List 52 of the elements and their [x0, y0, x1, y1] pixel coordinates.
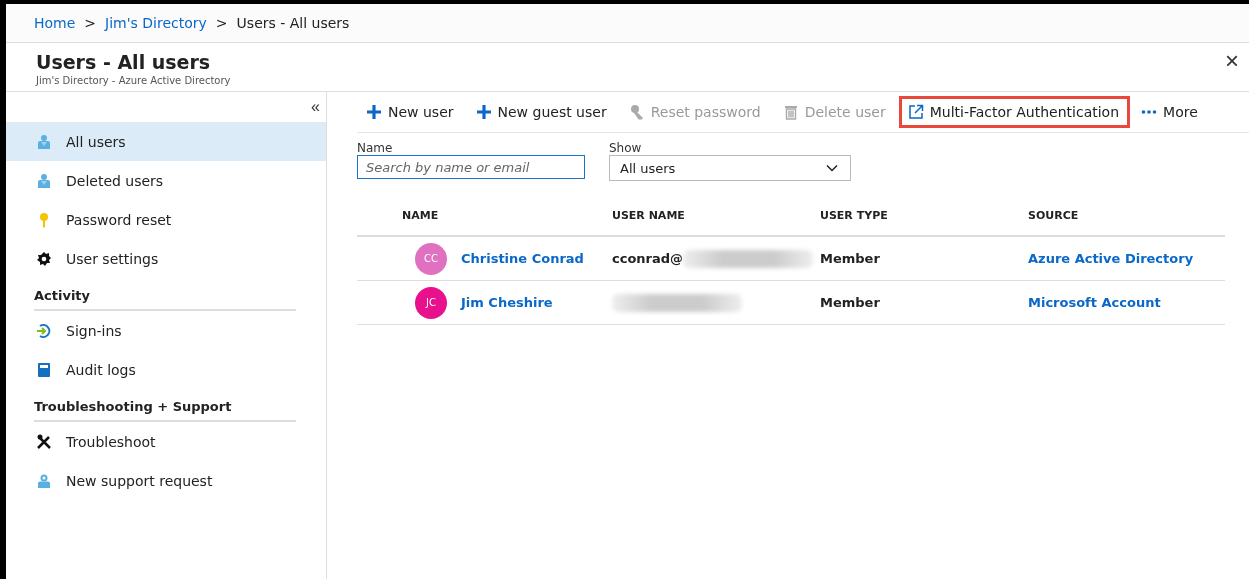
trash-icon [782, 104, 799, 120]
column-header: SOURCE [1028, 208, 1080, 222]
plus-icon [475, 104, 492, 120]
show-dropdown[interactable]: All users [609, 155, 851, 181]
field-label: Show [609, 141, 643, 155]
table-cell: Member [820, 295, 880, 310]
user-icon [36, 172, 52, 189]
search-field[interactable]: Search by name or email [357, 155, 585, 179]
user-icon [36, 133, 52, 150]
user-name-text: cconrad@ [612, 251, 684, 266]
blade-title: Users - All users [36, 51, 212, 73]
sidebar-item[interactable]: Sign-ins [6, 311, 326, 350]
sidebar-item[interactable]: Audit logs [6, 350, 326, 389]
breadcrumb-link[interactable]: Home [34, 15, 76, 31]
avatar: CC [415, 242, 447, 275]
section-heading: Activity [34, 288, 296, 311]
breadcrumb-link[interactable]: Jim's Directory [105, 15, 207, 31]
sidebar-item[interactable]: Password reset [6, 200, 326, 239]
toolbar-button[interactable]: New user [357, 96, 465, 128]
breadcrumb-text: > [84, 15, 97, 31]
avatar: JC [415, 286, 447, 319]
toolbar-button[interactable]: New guest user [466, 96, 618, 128]
toolbar-button[interactable]: More [1132, 96, 1209, 128]
support-person-icon [36, 472, 52, 489]
column-header: USER NAME [612, 208, 686, 222]
close-button[interactable]: × [1223, 49, 1241, 73]
field-label: Name [357, 141, 394, 155]
sidebar-item[interactable]: Deleted users [6, 161, 326, 200]
book-icon [36, 361, 52, 378]
tools-icon [36, 433, 52, 450]
settings-icon [36, 250, 52, 267]
key-icon [628, 104, 645, 120]
plus-icon [366, 104, 382, 120]
breadcrumb-text: > [215, 15, 228, 31]
user-name-link[interactable]: Christine Conrad [461, 251, 584, 266]
source-link[interactable]: Azure Active Directory [1028, 251, 1194, 266]
section-heading: Troubleshooting + Support [34, 399, 296, 422]
user-name-link[interactable]: Jim Cheshire [461, 295, 553, 310]
table-cell: Member [820, 251, 880, 266]
sidebar-item[interactable]: All users [6, 122, 326, 161]
sidebar-item[interactable]: Troubleshoot [6, 422, 326, 461]
external-link-icon [907, 104, 924, 120]
toolbar-button[interactable]: Multi-Factor Authentication [898, 96, 1131, 128]
breadcrumb-text: Users - All users [236, 15, 350, 31]
collapse-button[interactable]: « [305, 98, 326, 116]
column-header: USER TYPE [820, 208, 889, 222]
blade-subtitle: Jim's Directory - Azure Active Directory [36, 75, 231, 86]
sidebar-item[interactable]: User settings [6, 239, 326, 278]
source-link[interactable]: Microsoft Account [1028, 295, 1161, 310]
sign-in-icon [36, 322, 52, 339]
column-header: NAME [401, 208, 440, 222]
sidebar-item[interactable]: New support request [6, 461, 326, 500]
